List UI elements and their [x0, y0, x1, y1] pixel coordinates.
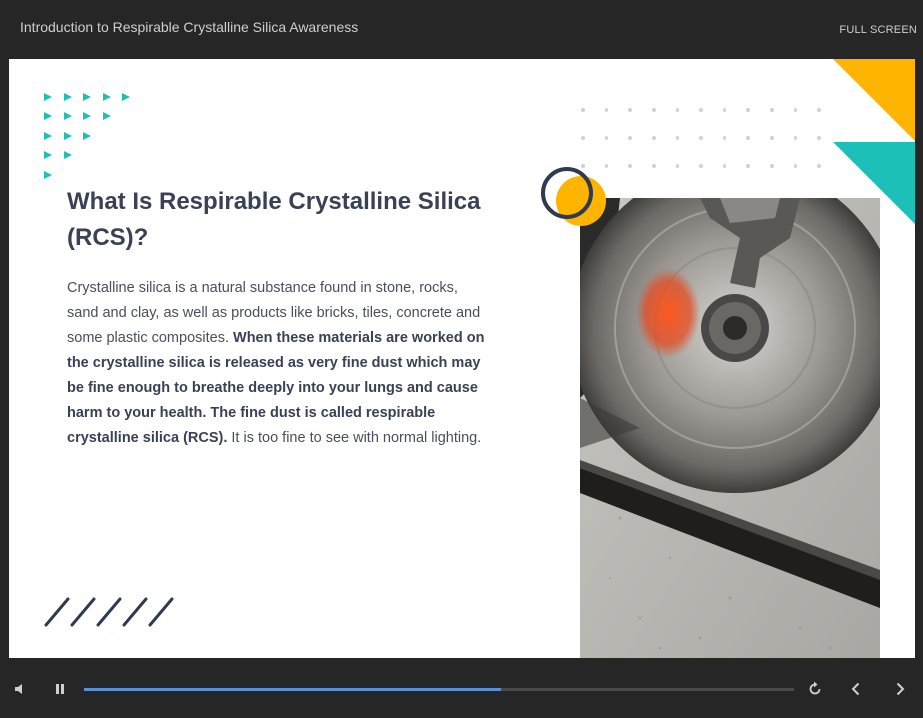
saw-cutting-concrete-image	[580, 198, 880, 658]
course-title: Introduction to Respirable Crystalline S…	[20, 19, 359, 35]
pause-icon[interactable]	[51, 680, 69, 698]
replay-icon[interactable]	[806, 680, 824, 698]
slash-lines-decoration	[44, 597, 174, 627]
slide-paragraph: Crystalline silica is a natural substanc…	[67, 276, 487, 451]
player-top-bar: Introduction to Respirable Crystalline S…	[0, 0, 923, 59]
previous-icon[interactable]	[847, 680, 865, 698]
slide-heading: What Is Respirable Crystalline Silica (R…	[67, 188, 481, 251]
volume-icon[interactable]	[12, 680, 30, 698]
player-controls	[0, 658, 923, 718]
circle-decoration	[541, 167, 606, 226]
slide-canvas: What Is Respirable Crystalline Silica (R…	[9, 59, 915, 658]
paragraph-outro: It is too fine to see with normal lighti…	[227, 430, 482, 446]
teal-corner-triangle	[833, 142, 915, 224]
dot-grid-decoration	[581, 96, 841, 180]
next-icon[interactable]	[891, 680, 909, 698]
progress-bar-fill	[84, 688, 501, 691]
triangle-pattern-decoration	[44, 87, 142, 185]
fullscreen-button[interactable]: FULL SCREEN	[839, 24, 917, 36]
paragraph-emphasis: When these materials are worked on the c…	[67, 330, 485, 446]
progress-bar[interactable]	[84, 688, 794, 691]
yellow-corner-triangle	[833, 59, 915, 141]
